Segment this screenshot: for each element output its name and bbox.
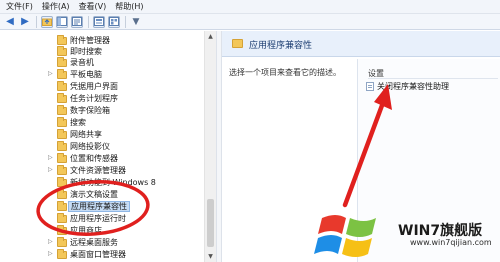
expand-arrow-icon[interactable]: ▷ [48,250,53,257]
menu-file[interactable]: 文件(F) [6,1,33,12]
menu-action[interactable]: 操作(A) [42,1,70,12]
folder-icon [232,39,243,48]
tree-item[interactable]: 网络共享 [0,129,204,140]
folder-icon [57,165,67,175]
tree-item-label: 应用商店 [70,226,102,235]
folder-icon [57,141,67,151]
tree-item[interactable]: 数字保险箱 [0,105,204,116]
tree-item-label: 凭据用户界面 [70,82,118,91]
tree-item-label: 附件管理器 [70,36,110,45]
setting-item[interactable]: 关闭程序兼容性助理 [366,81,449,92]
folder-icon [57,249,67,259]
toolbar-divider [36,15,37,28]
tree-item[interactable]: 附件管理器 [0,35,204,46]
tree-item-label: 位置和传感器 [70,154,118,163]
folder-icon [57,225,67,235]
scrollbar-thumb[interactable] [207,199,214,247]
properties-icon[interactable] [108,15,120,28]
tree-item[interactable]: 新增功能到 Windows 8 [0,177,204,188]
help-icon[interactable] [93,15,105,28]
tree-item-label: 任务计划程序 [70,94,118,103]
watermark-url: www.win7qijian.com [410,238,492,247]
tree-item-label: 平板电脑 [70,70,102,79]
menu-help[interactable]: 帮助(H) [115,1,143,12]
expand-arrow-icon[interactable]: ▷ [48,238,53,245]
expand-arrow-icon[interactable]: ▷ [48,70,53,77]
filter-icon[interactable]: ▼ [130,16,142,28]
menu-bar: 文件(F) 操作(A) 查看(V) 帮助(H) [0,0,500,14]
tree-item[interactable]: 凭据用户界面 [0,81,204,92]
tree-item-label: 远程桌面服务 [70,238,118,247]
tree-item[interactable]: 演示文稿设置 [0,189,204,200]
tree-item[interactable]: 应用程序运行时 [0,213,204,224]
tree-item-label: 桌面窗口管理器 [70,250,126,259]
details-title: 应用程序兼容性 [249,41,313,51]
tree-item[interactable]: ▷ 文件资源管理器 [0,165,204,176]
expand-arrow-icon[interactable]: ▷ [48,166,53,173]
tree-item[interactable]: ▷ 远程桌面服务 [0,237,204,248]
folder-up-icon[interactable] [41,15,53,28]
folder-icon [57,177,67,187]
folder-icon [57,189,67,199]
tree-item[interactable]: 任务计划程序 [0,93,204,104]
tree-item-label: 应用程序兼容性 [68,201,130,212]
folder-icon [57,129,67,139]
folder-icon [57,213,67,223]
folder-icon [57,81,67,91]
header-divider [368,78,498,79]
expand-arrow-icon[interactable]: ▷ [48,154,53,161]
tree-item[interactable]: ▷ 桌面窗口管理器 [0,249,204,260]
tree-scrollbar[interactable]: ▲ ▼ [204,31,216,262]
show-hide-tree-icon[interactable] [56,15,68,28]
folder-icon [57,153,67,163]
tree-item[interactable]: ▷ 位置和传感器 [0,153,204,164]
forward-arrow-icon[interactable]: ▶ [19,16,31,28]
tree-item-label: 录音机 [70,58,94,67]
back-arrow-icon[interactable]: ◀ [4,16,16,28]
windows-logo-watermark [314,215,376,257]
folder-icon [57,93,67,103]
folder-icon [57,69,67,79]
export-list-icon[interactable] [71,15,83,28]
tree-item-selected[interactable]: 应用程序兼容性 [0,201,204,212]
tree-item-label: 网络共享 [70,130,102,139]
tree-item[interactable]: 网络投影仪 [0,141,204,152]
tree-pane: 附件管理器 即时搜索 录音机 ▷ 平板电脑 凭据用户界面 任务计划程序 数字保险… [0,31,204,262]
folder-icon [57,237,67,247]
toolbar: ◀ ▶ ▼ [0,14,500,30]
toolbar-divider [88,15,89,28]
scroll-down-icon[interactable]: ▼ [205,251,216,262]
tree-item[interactable]: 搜索 [0,117,204,128]
tree-item-label: 文件资源管理器 [70,166,126,175]
details-header: 应用程序兼容性 [222,31,500,57]
policy-setting-icon [366,82,374,91]
tree-item-label: 搜索 [70,118,86,127]
tree-item-label: 应用程序运行时 [70,214,126,223]
menu-view[interactable]: 查看(V) [79,1,107,12]
folder-icon [57,201,67,211]
description-text: 选择一个项目来查看它的描述。 [229,68,341,77]
folder-icon [57,105,67,115]
scroll-up-icon[interactable]: ▲ [205,31,216,42]
tree-item[interactable]: ▷ 平板电脑 [0,69,204,80]
folder-icon [57,117,67,127]
folder-icon [57,35,67,45]
tree-item[interactable]: 即时搜索 [0,46,204,57]
tree-item-label: 网络投影仪 [70,142,110,151]
tree-item[interactable]: 录音机 [0,57,204,68]
tree-item-label: 即时搜索 [70,47,102,56]
folder-icon [57,46,67,56]
watermark-title: WIN7旗舰版 [398,223,483,239]
tree-item-label: 数字保险箱 [70,106,110,115]
tree-item[interactable]: 应用商店 [0,225,204,236]
tree-item-label: 演示文稿设置 [70,190,118,199]
tree-item-label: 新增功能到 Windows 8 [70,178,156,187]
setting-item-label: 关闭程序兼容性助理 [377,82,449,91]
folder-icon [57,57,67,67]
toolbar-divider [125,15,126,28]
